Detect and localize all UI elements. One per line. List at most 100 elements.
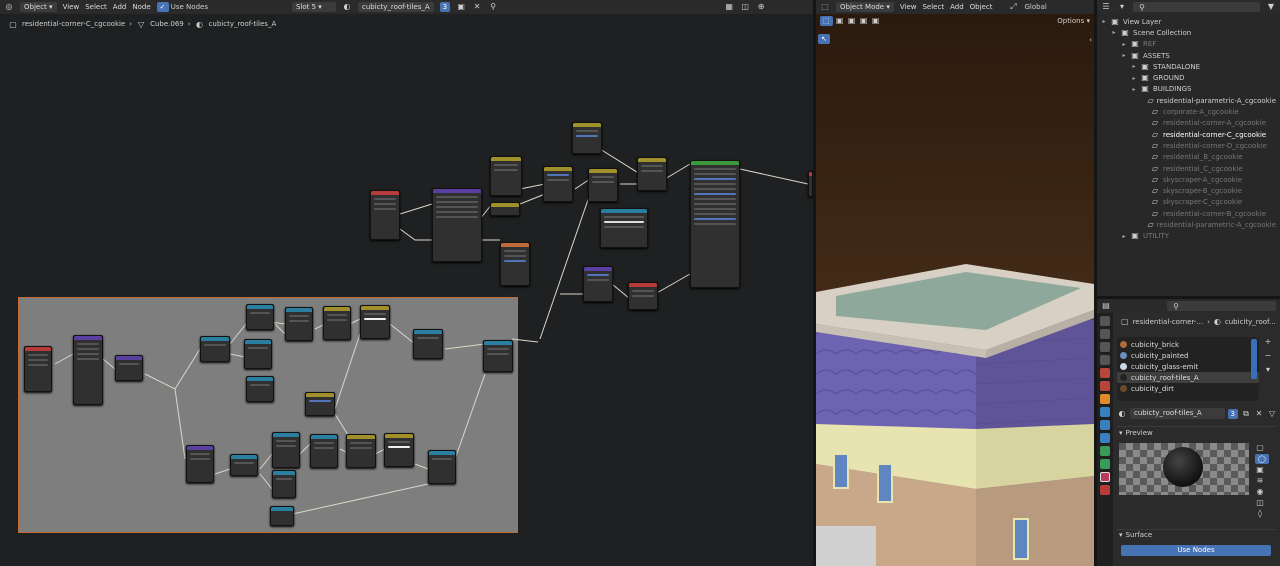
select-mode-icon-3[interactable]: ▣ <box>859 16 869 26</box>
scene-tab-icon[interactable] <box>1100 368 1110 378</box>
expand-arrow-icon[interactable]: ▸ <box>1131 86 1137 93</box>
viewport-3d[interactable]: ⬚ ▣ ▣ ▣ ▣ Options ▾ ↖ ‹ <box>816 14 1094 566</box>
preview-fluid-icon[interactable]: ◊ <box>1255 509 1265 519</box>
node-frame-mix-2[interactable] <box>428 450 456 484</box>
remove-slot-icon[interactable]: − <box>1263 351 1273 361</box>
node-frame-texcoord[interactable] <box>24 346 52 392</box>
material-slot[interactable]: cubicity_glass-emit <box>1117 361 1259 372</box>
outliner-item[interactable]: ▸ ▣ REF <box>1101 39 1276 50</box>
world-tab-icon[interactable] <box>1100 381 1110 391</box>
expand-arrow-icon[interactable]: ▸ <box>1121 233 1127 240</box>
object-mode-dropdown[interactable]: Object Mode ▾ <box>836 2 894 12</box>
outliner-search-input[interactable]: ⚲ <box>1133 2 1260 12</box>
node-frame-ramp-3[interactable] <box>346 434 376 468</box>
filter-icon[interactable]: ▼ <box>1266 2 1276 12</box>
outliner-type-icon[interactable]: ☰ <box>1101 2 1111 12</box>
outliner-item[interactable]: ▱ residential_C_cgcookie <box>1101 163 1276 174</box>
outliner-item[interactable]: ▸ ▣ GROUND <box>1101 72 1276 83</box>
node-bump[interactable] <box>583 266 613 302</box>
object-tab-icon[interactable] <box>1100 394 1110 404</box>
view-layer-tab-icon[interactable] <box>1100 355 1110 365</box>
material-users-count[interactable]: 3 <box>1227 408 1238 419</box>
menu-view[interactable]: View <box>63 3 80 11</box>
transform-orientation[interactable]: Global <box>1024 3 1046 11</box>
outliner-item[interactable]: ▸ ▣ UTILITY <box>1101 231 1276 242</box>
users-count[interactable]: 3 <box>439 2 451 12</box>
outliner-item[interactable]: ▱ skyscraper-B_cgcookie <box>1101 185 1276 196</box>
options-dropdown[interactable]: Options ▾ <box>1057 17 1090 25</box>
duplicate-icon[interactable]: ⧉ <box>1241 409 1251 419</box>
slot-list-scrollbar[interactable] <box>1251 339 1257 379</box>
use-nodes-button[interactable]: Use Nodes <box>1121 545 1271 556</box>
slot-dropdown[interactable]: Slot 5 ▾ <box>291 2 336 12</box>
preview-sphere-icon[interactable]: ◯ <box>1255 454 1269 464</box>
node-frame-noise[interactable] <box>305 392 335 416</box>
node-texture-coordinate[interactable] <box>370 190 400 240</box>
node-color-ramp-c[interactable] <box>600 208 648 248</box>
gizmo-icon[interactable]: ⊕ <box>756 2 766 12</box>
outliner-item[interactable]: ▱ residential-corner-C_cgcookie <box>1101 129 1276 140</box>
node-frame-ramp-4[interactable] <box>384 433 414 467</box>
outliner-item[interactable]: ▱ residential-parametric-A_cgcookie <box>1101 219 1276 230</box>
select-mode-icon-1[interactable]: ▣ <box>835 16 845 26</box>
overlay-icon[interactable]: ▦ <box>724 2 734 12</box>
node-frame-mapping[interactable] <box>73 335 103 405</box>
node-frame-math-8[interactable] <box>310 434 338 468</box>
select-mode-icon-4[interactable]: ▣ <box>871 16 881 26</box>
pin-icon[interactable]: ⚲ <box>488 2 498 12</box>
texture-tab-icon[interactable] <box>1100 485 1110 495</box>
node-frame-math-1[interactable] <box>246 304 274 330</box>
add-slot-icon[interactable]: + <box>1263 337 1273 347</box>
node-frame-ramp-2[interactable] <box>360 305 390 339</box>
mode-dropdown[interactable]: Object ▾ <box>20 2 57 12</box>
outliner-item[interactable]: ▱ corporate-A_cgcookie <box>1101 106 1276 117</box>
outliner-item[interactable]: ▸ ▣ Scene Collection <box>1101 27 1276 38</box>
tool-tab-icon[interactable] <box>1100 316 1110 326</box>
material-filter-icon[interactable]: ▽ <box>1267 409 1277 419</box>
node-mix-d[interactable] <box>637 157 667 191</box>
node-frame-combine[interactable] <box>483 340 513 372</box>
outliner-item[interactable]: ▸ ▣ BUILDINGS <box>1101 84 1276 95</box>
output-tab-icon[interactable] <box>1100 342 1110 352</box>
vp-menu-add[interactable]: Add <box>950 3 964 11</box>
outliner-item[interactable]: ▸ ▣ STANDALONE <box>1101 61 1276 72</box>
outliner-tree[interactable]: ▸ ▣ View Layer ▸ ▣ Scene Collection ▸ ▣ REF ▸ ▣ ASS… <box>1097 14 1280 296</box>
vp-menu-object[interactable]: Object <box>970 3 993 11</box>
node-frame-math-4[interactable] <box>246 376 274 402</box>
use-nodes-toggle[interactable]: ✓ Use Nodes <box>156 2 208 12</box>
browse-material-icon[interactable]: ◐ <box>1117 409 1127 419</box>
vp-menu-view[interactable]: View <box>900 3 917 11</box>
select-mode-icon-2[interactable]: ▣ <box>847 16 857 26</box>
material-browse-icon[interactable]: ◐ <box>342 2 352 12</box>
node-math-a[interactable] <box>500 242 530 286</box>
preview-panel-header[interactable]: ▾ Preview <box>1119 427 1153 439</box>
node-frame-ramp-1[interactable] <box>323 306 351 340</box>
properties-type-icon[interactable]: ▤ <box>1101 301 1111 311</box>
material-slot[interactable]: cubicity_dirt <box>1117 383 1259 394</box>
material-slot[interactable]: cubicity_brick <box>1117 339 1259 350</box>
snap-icon[interactable]: ◫ <box>740 2 750 12</box>
material-slot[interactable]: cubicty_roof-tiles_A <box>1117 372 1259 383</box>
node-frame-math-7[interactable] <box>270 506 294 526</box>
node-mix-c[interactable] <box>588 168 618 202</box>
preview-flat-icon[interactable]: ▢ <box>1255 443 1265 453</box>
material-tab-icon[interactable] <box>1100 472 1110 482</box>
outliner-item[interactable]: ▱ residential-parametric-A_cgcookie <box>1101 95 1276 106</box>
preview-cube-icon[interactable]: ▣ <box>1255 465 1265 475</box>
render-tab-icon[interactable] <box>1100 329 1110 339</box>
physics-tab-icon[interactable] <box>1100 433 1110 443</box>
tool-select-icon[interactable]: ↖ <box>818 34 830 44</box>
node-frame-math-5[interactable] <box>272 432 300 468</box>
outliner-item[interactable]: ▸ ▣ View Layer <box>1101 16 1276 27</box>
node-frame-mapping-2[interactable] <box>186 445 214 483</box>
filter-mode-icon[interactable]: ▾ <box>1117 2 1127 12</box>
surface-panel-header[interactable]: ▾ Surface <box>1119 529 1152 541</box>
vp-menu-select[interactable]: Select <box>922 3 944 11</box>
node-color-mix-a[interactable] <box>490 202 520 216</box>
node-frame-math-3[interactable] <box>244 339 272 369</box>
menu-node[interactable]: Node <box>132 3 150 11</box>
outliner-item[interactable]: ▱ residential_B_cgcookie <box>1101 152 1276 163</box>
node-mix-b[interactable] <box>543 166 573 202</box>
expand-arrow-icon[interactable]: ▸ <box>1131 63 1137 70</box>
outliner-item[interactable]: ▱ residential-corner-B_cgcookie <box>1101 208 1276 219</box>
